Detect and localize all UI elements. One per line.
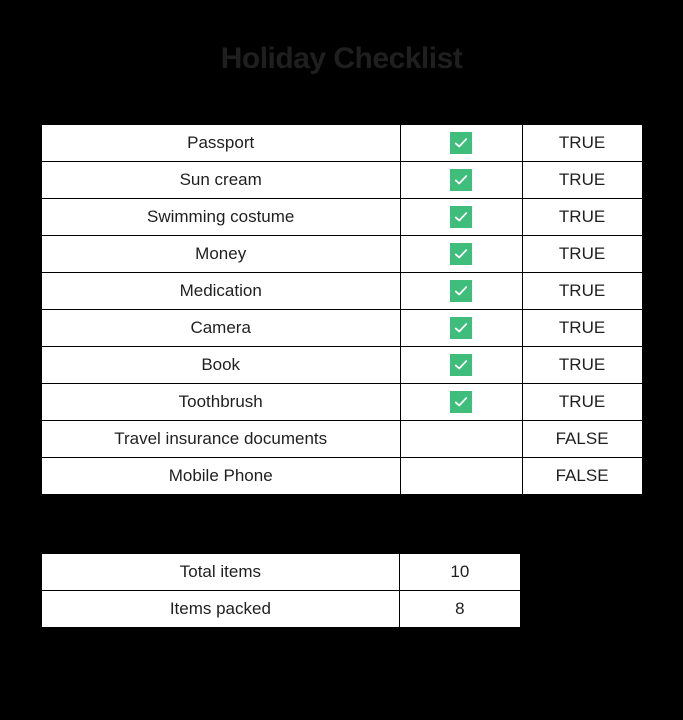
summary-row-packed: Items packed 8 (42, 591, 521, 628)
item-name: Money (41, 236, 400, 273)
item-name: Sun cream (41, 162, 400, 199)
checkmark-icon (450, 169, 472, 191)
checkmark-icon (450, 354, 472, 376)
table-row: Medication TRUE (41, 273, 642, 310)
item-check-cell[interactable] (400, 384, 522, 421)
summary-label: Total items (42, 554, 400, 591)
table-row: Sun cream TRUE (41, 162, 642, 199)
table-row: Book TRUE (41, 347, 642, 384)
item-check-cell[interactable] (400, 125, 522, 162)
item-status: TRUE (522, 199, 642, 236)
checkmark-icon (450, 206, 472, 228)
item-check-cell[interactable] (400, 236, 522, 273)
item-check-cell[interactable] (400, 310, 522, 347)
item-name: Passport (41, 125, 400, 162)
item-name: Mobile Phone (41, 458, 400, 495)
checkmark-icon (450, 280, 472, 302)
table-row: Swimming costume TRUE (41, 199, 642, 236)
checkmark-icon (450, 317, 472, 339)
summary-row-total: Total items 10 (42, 554, 521, 591)
item-check-cell[interactable] (400, 199, 522, 236)
item-check-cell[interactable] (400, 458, 522, 495)
item-status: TRUE (522, 162, 642, 199)
page-title: Holiday Checklist (221, 42, 463, 76)
table-row: Camera TRUE (41, 310, 642, 347)
item-check-cell[interactable] (400, 347, 522, 384)
item-name: Travel insurance documents (41, 421, 400, 458)
item-name: Book (41, 347, 400, 384)
item-status: TRUE (522, 347, 642, 384)
item-check-cell[interactable] (400, 273, 522, 310)
table-row: Mobile Phone FALSE (41, 458, 642, 495)
checklist-table: PassportTRUESun creamTRUESwimming costum… (41, 124, 643, 495)
summary-label: Items packed (42, 591, 400, 628)
checkmark-icon (450, 243, 472, 265)
item-name: Camera (41, 310, 400, 347)
summary-table: Total items 10 Items packed 8 (41, 553, 521, 628)
item-status: TRUE (522, 384, 642, 421)
item-status: FALSE (522, 421, 642, 458)
item-name: Swimming costume (41, 199, 400, 236)
item-name: Toothbrush (41, 384, 400, 421)
item-name: Medication (41, 273, 400, 310)
item-status: FALSE (522, 458, 642, 495)
table-row: Toothbrush TRUE (41, 384, 642, 421)
item-check-cell[interactable] (400, 421, 522, 458)
table-row: Travel insurance documents FALSE (41, 421, 642, 458)
item-status: TRUE (522, 125, 642, 162)
table-row: Passport TRUE (41, 125, 642, 162)
table-row: Money TRUE (41, 236, 642, 273)
item-check-cell[interactable] (400, 162, 522, 199)
item-status: TRUE (522, 310, 642, 347)
item-status: TRUE (522, 236, 642, 273)
checkmark-icon (450, 132, 472, 154)
summary-value: 10 (399, 554, 520, 591)
summary-value: 8 (399, 591, 520, 628)
checkmark-icon (450, 391, 472, 413)
item-status: TRUE (522, 273, 642, 310)
